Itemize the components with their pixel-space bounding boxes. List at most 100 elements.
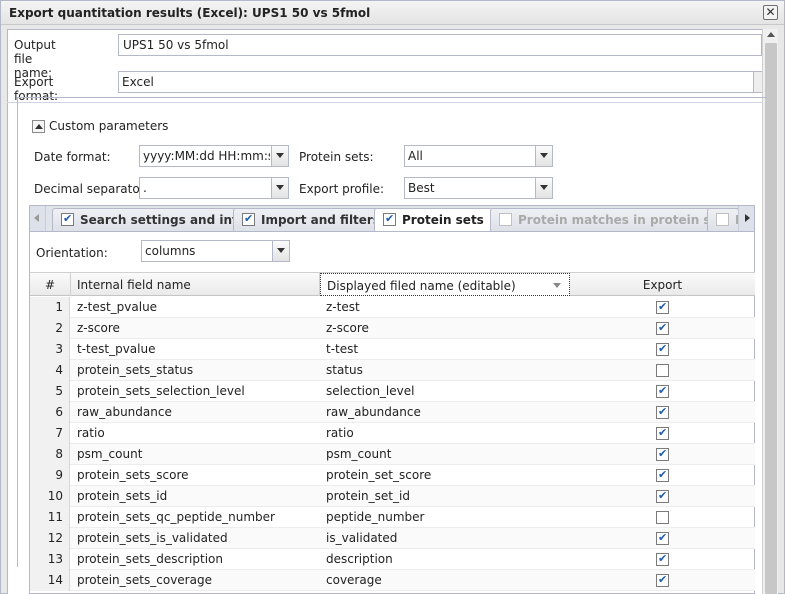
internal-field-name: z-score xyxy=(77,321,120,335)
export-checkbox[interactable] xyxy=(656,552,669,566)
export-cell xyxy=(570,465,755,486)
table-row[interactable]: 12 protein_sets_is_validated is_validated xyxy=(30,528,755,549)
header-number[interactable]: # xyxy=(30,273,71,296)
collapse-toggle-icon[interactable] xyxy=(32,119,45,133)
tab-checkbox[interactable] xyxy=(242,212,255,226)
table-row[interactable]: 5 protein_sets_selection_level selection_l… xyxy=(30,381,755,402)
tab-scroll-right-icon[interactable] xyxy=(738,206,754,231)
tab-protein-sets[interactable]: Protein sets xyxy=(374,208,493,232)
tab-import-filters[interactable]: Import and filters xyxy=(233,208,389,231)
tab-checkbox[interactable] xyxy=(61,212,74,226)
table-row[interactable]: 11 protein_sets_qc_peptide_number peptide_… xyxy=(30,507,755,528)
tab-checkbox[interactable] xyxy=(716,213,729,226)
export-checkbox[interactable] xyxy=(656,364,669,377)
tab-checkbox[interactable] xyxy=(383,212,396,226)
export-checkbox[interactable] xyxy=(656,511,669,524)
close-button[interactable]: ✕ xyxy=(763,5,778,20)
chevron-down-icon[interactable] xyxy=(271,178,288,198)
export-format-trigger[interactable] xyxy=(753,72,762,92)
table-row[interactable]: 14 protein_sets_coverage coverage xyxy=(30,570,755,591)
displayed-field-name[interactable]: z-test xyxy=(320,297,570,318)
header-displayed-label: Displayed filed name (editable) xyxy=(327,279,516,293)
table-row[interactable]: 8 psm_count psm_count xyxy=(30,444,755,465)
displayed-field-name[interactable]: raw_abundance xyxy=(320,402,570,423)
header-displayed-field[interactable]: Displayed filed name (editable) xyxy=(320,273,570,296)
tab-protein-matches[interactable]: Protein matches in protein sets xyxy=(490,208,741,231)
displayed-field-name[interactable]: psm_count xyxy=(320,444,570,465)
export-checkbox[interactable] xyxy=(656,300,669,314)
protein-sets-select[interactable]: All xyxy=(404,145,553,167)
export-cell xyxy=(570,381,755,402)
export-checkbox[interactable] xyxy=(656,447,669,461)
table-row[interactable]: 9 protein_sets_score protein_set_score xyxy=(30,465,755,486)
tab-label: Protein matches in protein sets xyxy=(518,213,732,227)
displayed-field-name[interactable]: coverage xyxy=(320,570,570,591)
table-row[interactable]: 3 t-test_pvalue t-test xyxy=(30,339,755,360)
internal-field-name: psm_count xyxy=(77,447,143,461)
displayed-field-name[interactable]: selection_level xyxy=(320,381,570,402)
row-number: 3 xyxy=(30,339,70,360)
row-number: 11 xyxy=(30,507,70,528)
row-number: 10 xyxy=(30,486,70,507)
chevron-down-icon[interactable] xyxy=(271,146,288,166)
export-cell xyxy=(570,486,755,507)
tab-search-settings[interactable]: Search settings and infos xyxy=(52,208,262,231)
output-file-label: Output file name: xyxy=(14,38,56,80)
displayed-field-name[interactable]: status xyxy=(320,360,570,381)
date-format-select[interactable]: yyyy:MM:dd HH:mm:ss xyxy=(139,145,289,167)
title-bar[interactable]: Export quantitation results (Excel): UPS… xyxy=(1,1,784,25)
export-cell xyxy=(570,528,755,549)
export-cell xyxy=(570,549,755,570)
internal-field-name: t-test_pvalue xyxy=(77,342,156,356)
export-checkbox[interactable] xyxy=(656,426,669,440)
row-number: 1 xyxy=(30,297,70,318)
table-row[interactable]: 13 protein_sets_description description xyxy=(30,549,755,570)
export-profile-select[interactable]: Best xyxy=(404,177,553,199)
export-checkbox[interactable] xyxy=(656,573,669,587)
header-internal-field[interactable]: Internal field name xyxy=(71,273,320,296)
chevron-down-icon[interactable] xyxy=(535,146,552,166)
decimal-separator-select[interactable]: . xyxy=(139,177,289,199)
chevron-down-icon[interactable] xyxy=(272,241,289,261)
export-format-select[interactable]: Excel xyxy=(118,71,762,93)
displayed-field-name[interactable]: z-score xyxy=(320,318,570,339)
table-row[interactable]: 2 z-score z-score xyxy=(30,318,755,339)
table-row[interactable]: 4 protein_sets_status status xyxy=(30,360,755,381)
tab-scroll-left-icon[interactable] xyxy=(30,206,46,231)
export-checkbox[interactable] xyxy=(656,405,669,419)
grid-header: # Internal field name Displayed filed na… xyxy=(30,272,755,296)
displayed-field-name[interactable]: is_validated xyxy=(320,528,570,549)
export-cell xyxy=(570,318,755,339)
export-checkbox[interactable] xyxy=(656,489,669,503)
sort-menu-icon[interactable] xyxy=(553,283,561,288)
export-checkbox[interactable] xyxy=(656,321,669,335)
internal-field-name: protein_sets_is_validated xyxy=(77,531,228,545)
scroll-up-icon[interactable] xyxy=(767,32,775,37)
orientation-label: Orientation: xyxy=(36,246,108,260)
table-row[interactable]: 1 z-test_pvalue z-test xyxy=(30,297,755,318)
output-file-input[interactable]: UPS1 50 vs 5fmol xyxy=(118,34,762,56)
orientation-value: columns xyxy=(145,244,196,258)
displayed-field-name[interactable]: peptide_number xyxy=(320,507,570,528)
displayed-field-name[interactable]: t-test xyxy=(320,339,570,360)
export-checkbox[interactable] xyxy=(656,531,669,545)
displayed-field-name[interactable]: ratio xyxy=(320,423,570,444)
row-number: 6 xyxy=(30,402,70,423)
table-row[interactable]: 10 protein_sets_id protein_set_id xyxy=(30,486,755,507)
internal-field-name: protein_sets_qc_peptide_number xyxy=(77,510,275,524)
row-number: 9 xyxy=(30,465,70,486)
orientation-select[interactable]: columns xyxy=(141,240,290,262)
header-export[interactable]: Export xyxy=(570,273,755,296)
tab-truncated[interactable]: P xyxy=(707,208,739,231)
displayed-field-name[interactable]: protein_set_score xyxy=(320,465,570,486)
tab-checkbox[interactable] xyxy=(499,213,512,226)
table-row[interactable]: 7 ratio ratio xyxy=(30,423,755,444)
export-checkbox[interactable] xyxy=(656,384,669,398)
table-row[interactable]: 6 raw_abundance raw_abundance xyxy=(30,402,755,423)
chevron-down-icon[interactable] xyxy=(535,178,552,198)
displayed-field-name[interactable]: description xyxy=(320,549,570,570)
export-checkbox[interactable] xyxy=(656,468,669,482)
export-checkbox[interactable] xyxy=(656,342,669,356)
displayed-field-name[interactable]: protein_set_id xyxy=(320,486,570,507)
row-number: 8 xyxy=(30,444,70,465)
